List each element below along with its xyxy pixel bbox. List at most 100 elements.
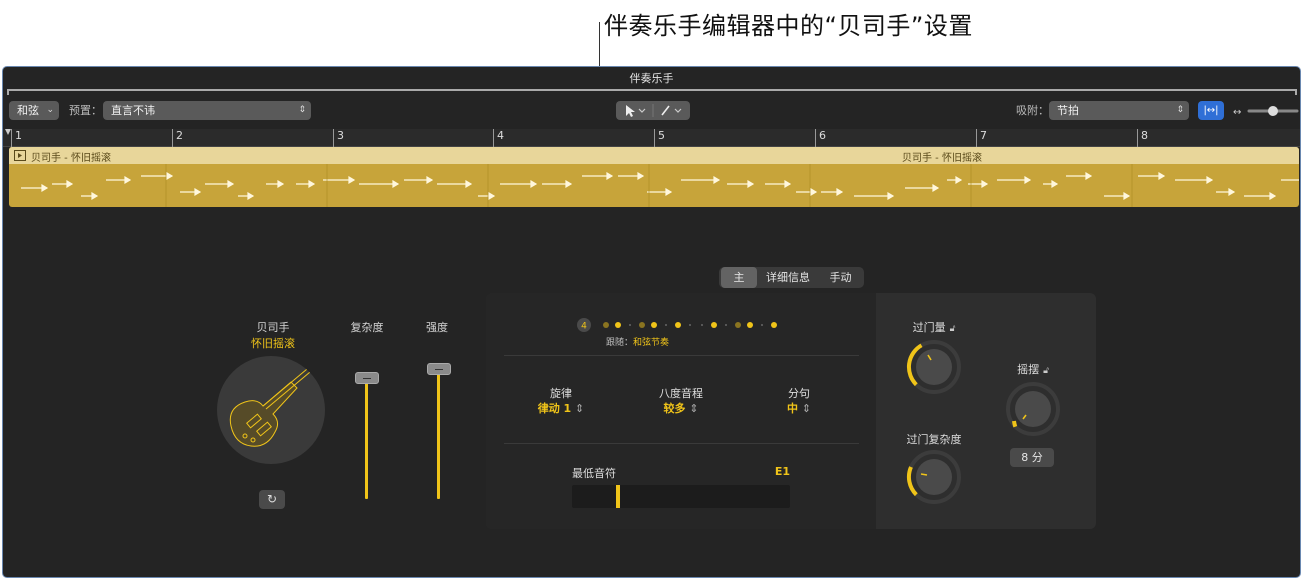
snap-popup[interactable]: 节拍 ⇕ <box>1049 101 1189 120</box>
pattern-dot <box>629 324 631 326</box>
phrase-value: 中 <box>786 402 798 415</box>
pattern-dot <box>603 322 609 328</box>
note-head <box>91 191 99 201</box>
pattern-dot <box>651 322 657 328</box>
snap-value: 节拍 <box>1057 104 1079 117</box>
bar-number: 7 <box>976 129 987 147</box>
region-loop-icon <box>14 150 26 161</box>
note-head <box>166 171 174 181</box>
region-notes <box>21 164 1299 207</box>
bar-number: 8 <box>1137 129 1148 147</box>
region-title: 贝司手 - 怀旧摇滚 <box>31 153 111 164</box>
note-head <box>713 175 721 185</box>
tool-icons <box>626 104 682 117</box>
tab-main[interactable]: 主 <box>721 267 757 288</box>
octave-value: 较多 <box>663 402 686 415</box>
pattern-selector[interactable]: 4 <box>576 317 806 333</box>
note-head <box>348 175 356 185</box>
note-head <box>981 179 989 189</box>
lock-icon: 🔓︎ <box>1043 366 1049 376</box>
tab-manual[interactable]: 手动 <box>819 267 862 288</box>
note-head <box>1024 175 1032 185</box>
refresh-icon[interactable]: ↻ <box>259 490 285 509</box>
octave-popup[interactable]: 较多 ⇕ <box>646 400 716 416</box>
note-head <box>308 179 316 189</box>
preset-value: 直言不讳 <box>111 104 155 117</box>
intensity-slider-thumb[interactable] <box>427 363 451 376</box>
player-name: 贝司手 <box>256 321 290 334</box>
note-head <box>426 175 434 185</box>
phrase-popup[interactable]: 中 ⇕ <box>764 400 834 416</box>
pointer-tool-icon[interactable] <box>626 105 646 117</box>
note-head <box>637 171 645 181</box>
updown-chevron-icon: ⇕ <box>1176 105 1184 115</box>
window-title: 伴奏乐手 <box>629 72 674 85</box>
lowest-note-range[interactable] <box>572 485 790 508</box>
complexity-slider-thumb[interactable] <box>355 371 379 384</box>
catch-playhead-button[interactable]: |↔| <box>1198 101 1224 120</box>
bar-number: 5 <box>654 129 665 147</box>
bass-guitar-avatar[interactable] <box>217 356 325 464</box>
note-head <box>66 179 74 189</box>
note-head <box>392 179 400 189</box>
note-head <box>1051 179 1059 189</box>
bassist-region[interactable]: 贝司手 - 怀旧摇滚 贝司手 - 怀旧摇滚 <box>9 147 1299 207</box>
follow-row[interactable]: 跟随：和弦节奏 <box>606 335 669 348</box>
timeline-ruler[interactable]: 1 2 3 4 5 6 7 8 <box>3 129 1300 147</box>
chord-popup[interactable]: 和弦 ⌄ <box>9 101 59 120</box>
note-head <box>955 175 963 185</box>
note-head <box>227 179 235 189</box>
note-head <box>488 191 496 201</box>
note-head <box>1158 171 1166 181</box>
rhythm-value: 律动 1 <box>537 402 572 415</box>
note-head <box>887 191 895 201</box>
note-head <box>784 179 792 189</box>
phrase-label: 分句 <box>788 387 810 400</box>
pattern-dot <box>771 322 777 328</box>
region-title: 贝司手 - 怀旧摇滚 <box>902 153 982 164</box>
rhythm-popup[interactable]: 律动 1 ⇕ <box>526 400 596 416</box>
updown-chevron-icon: ⇕ <box>689 402 699 415</box>
note-head <box>194 187 202 197</box>
updown-chevron-icon: ⇕ <box>298 105 306 115</box>
zoom-slider[interactable]: ↔ <box>1233 104 1301 118</box>
pattern-dot <box>725 324 727 326</box>
pattern-count: 4 <box>581 322 587 332</box>
bar-number: 4 <box>493 129 504 147</box>
fill-amount-knob[interactable] <box>906 339 962 395</box>
note-head <box>1123 191 1131 201</box>
swing-knob[interactable] <box>1005 381 1061 437</box>
note-head <box>836 187 844 197</box>
pattern-dot <box>711 322 717 328</box>
pencil-tool-icon[interactable] <box>661 105 682 116</box>
editor-tabs: 主 详细信息 手动 <box>719 267 864 288</box>
parameters-panel: 4 跟随：和弦节奏 旋律 律动 1 ⇕ 八度音程 较多 ⇕ 分句 中 ⇕ 最低音… <box>486 293 1096 529</box>
fill-complexity-knob[interactable] <box>906 449 962 505</box>
lowest-note-marker[interactable] <box>616 485 620 508</box>
player-style[interactable]: 怀旧摇滚 <box>218 335 328 351</box>
note-head <box>465 179 473 189</box>
pattern-section: 4 跟随：和弦节奏 旋律 律动 1 ⇕ 八度音程 较多 ⇕ 分句 中 ⇕ 最低音… <box>486 293 876 529</box>
snap-label: 吸附： <box>1016 104 1049 117</box>
pattern-dot <box>689 324 691 326</box>
pattern-dot <box>701 324 703 326</box>
callout-text: 伴奏乐手编辑器中的“贝司手”设置 <box>604 12 973 40</box>
note-head <box>277 179 285 189</box>
note-head <box>1228 187 1236 197</box>
note-head <box>1085 171 1093 181</box>
swing-resolution-button[interactable]: 8 分 <box>1010 448 1054 467</box>
preset-popup[interactable]: 直言不讳 ⇕ <box>103 101 311 120</box>
lowest-note-label: 最低音符 <box>572 467 616 480</box>
lock-icon: 🔓︎ <box>949 324 956 334</box>
tab-details[interactable]: 详细信息 <box>759 267 817 288</box>
bass-guitar-icon <box>229 356 324 447</box>
complexity-slider-fill <box>365 377 368 499</box>
follow-value: 和弦节奏 <box>633 338 670 348</box>
bar-number: 2 <box>172 129 183 147</box>
note-head <box>606 171 614 181</box>
note-head <box>247 191 255 201</box>
fill-complexity-label: 过门复杂度 <box>906 433 962 446</box>
note-head <box>747 179 755 189</box>
updown-chevron-icon: ⇕ <box>575 402 585 415</box>
note-head <box>665 187 673 197</box>
